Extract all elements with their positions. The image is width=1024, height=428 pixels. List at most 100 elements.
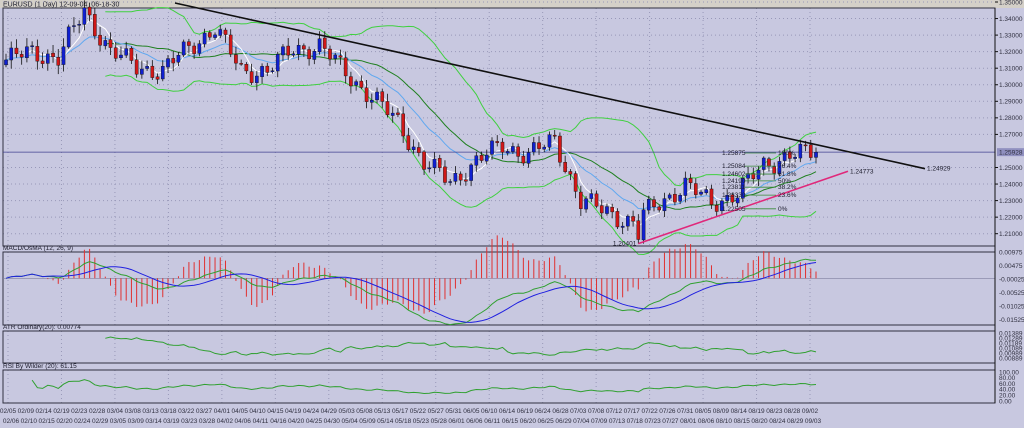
macd-axis-label: -0.01525	[999, 317, 1024, 324]
candle-down	[688, 178, 693, 183]
date-label: 03/23	[181, 418, 198, 425]
date-label: 07/03	[570, 408, 587, 415]
candle-up	[646, 199, 651, 211]
fast-ma-line	[26, 19, 817, 227]
macd-label: MACD/OsMA (12, 26, 9)	[3, 245, 73, 252]
price-axis-label: 1.31000	[999, 66, 1023, 73]
grid	[3, 1, 995, 403]
date-label: 06/29	[555, 418, 572, 425]
rsi-axis-label: 0.00	[999, 398, 1012, 405]
candle-up	[275, 54, 280, 72]
date-label: 07/18	[627, 418, 644, 425]
candle-down	[234, 54, 238, 64]
candle-down	[594, 193, 599, 207]
date-label: 03/09	[128, 418, 145, 425]
candle-down	[239, 63, 243, 65]
candle-up	[798, 143, 803, 159]
candle-up	[317, 38, 322, 53]
candle-down	[228, 34, 233, 55]
candle-up	[333, 54, 338, 59]
price-axis-label: 1.35000	[999, 0, 1023, 6]
candle-down	[19, 54, 24, 58]
date-label: 07/09	[591, 418, 608, 425]
candle-down	[155, 76, 160, 80]
fib-percent-label: 38.2%	[778, 184, 797, 191]
date-label: 02/14	[36, 408, 53, 415]
date-label: 05/03	[338, 408, 355, 415]
date-label: 05/04	[341, 418, 358, 425]
candle-up	[667, 194, 672, 199]
date-label: 02/05	[0, 408, 17, 415]
date-label: 06/10	[481, 408, 498, 415]
date-label: 02/29	[92, 418, 109, 425]
candle-down	[385, 101, 390, 116]
date-label: 07/08	[588, 408, 605, 415]
macd-layer	[3, 235, 995, 326]
date-label: 07/22	[641, 408, 658, 415]
candle-up	[66, 26, 71, 48]
candle-down	[307, 49, 311, 60]
date-label: 06/25	[538, 418, 555, 425]
date-label: 03/28	[199, 418, 216, 425]
candle-up	[761, 157, 766, 170]
candle-up	[46, 53, 50, 64]
candle-down	[87, 6, 92, 16]
date-label: 07/17	[624, 408, 641, 415]
candle-up	[124, 48, 128, 56]
candle-up	[814, 151, 818, 158]
candle-down	[563, 162, 567, 172]
candle-up	[77, 24, 81, 26]
candle-down	[328, 48, 332, 60]
candle-down	[552, 135, 557, 137]
candle-up	[218, 29, 223, 36]
date-label: 02/28	[89, 408, 106, 415]
fib-price-label: 1.25084	[722, 163, 746, 170]
ema-line	[5, 36, 817, 210]
candle-down	[286, 45, 290, 56]
candle-up	[547, 134, 552, 148]
date-label: 02/09	[18, 408, 35, 415]
candle-down	[767, 158, 771, 167]
candle-down	[714, 205, 719, 212]
candle-down	[108, 39, 113, 48]
atr-panel[interactable]	[2, 330, 996, 364]
date-label: 05/14	[377, 418, 394, 425]
atr-label: ATR Ordinary(20): 0.00774	[3, 324, 81, 331]
date-label: 06/05	[463, 408, 480, 415]
date-label: 02/19	[53, 408, 70, 415]
candle-down	[599, 205, 604, 214]
candle-up	[584, 198, 588, 210]
candle-up	[511, 146, 515, 152]
trading-chart[interactable]: EURUSD (1 Day) 12-09-04_06-18-30 1.24929…	[0, 0, 1024, 428]
candle-down	[437, 158, 442, 168]
date-label: 05/28	[431, 418, 448, 425]
date-label: 07/13	[609, 418, 626, 425]
candle-up	[9, 47, 14, 61]
candle-up	[704, 189, 709, 193]
price-axis-label: 1.22000	[999, 214, 1023, 221]
macd-axis-label: -0.00025	[999, 276, 1024, 283]
candle-down	[636, 220, 641, 240]
candle-up	[542, 146, 547, 150]
candle-up	[61, 46, 66, 65]
candle-up	[532, 142, 536, 153]
candle-up	[119, 54, 123, 59]
fib-price-label: 1.25875	[722, 150, 746, 157]
date-label: 07/04	[573, 418, 590, 425]
date-label: 02/06	[3, 418, 20, 425]
candle-down	[343, 57, 348, 77]
price-axis-label: 1.34000	[999, 16, 1023, 23]
candle-down	[458, 173, 463, 181]
candle-down	[615, 211, 620, 228]
bollinger-upper-line	[105, 7, 817, 187]
candle-down	[265, 65, 270, 73]
current-price-label: 1.25928	[999, 149, 1023, 156]
rsi-panel[interactable]	[2, 369, 996, 404]
date-label: 04/19	[285, 408, 302, 415]
candle-up	[291, 53, 296, 56]
date-label: 04/20	[288, 418, 305, 425]
candle-up	[469, 164, 473, 181]
resistance-label: 1.24929	[927, 166, 951, 173]
date-label: 06/06	[466, 418, 483, 425]
candle-up	[160, 66, 165, 80]
